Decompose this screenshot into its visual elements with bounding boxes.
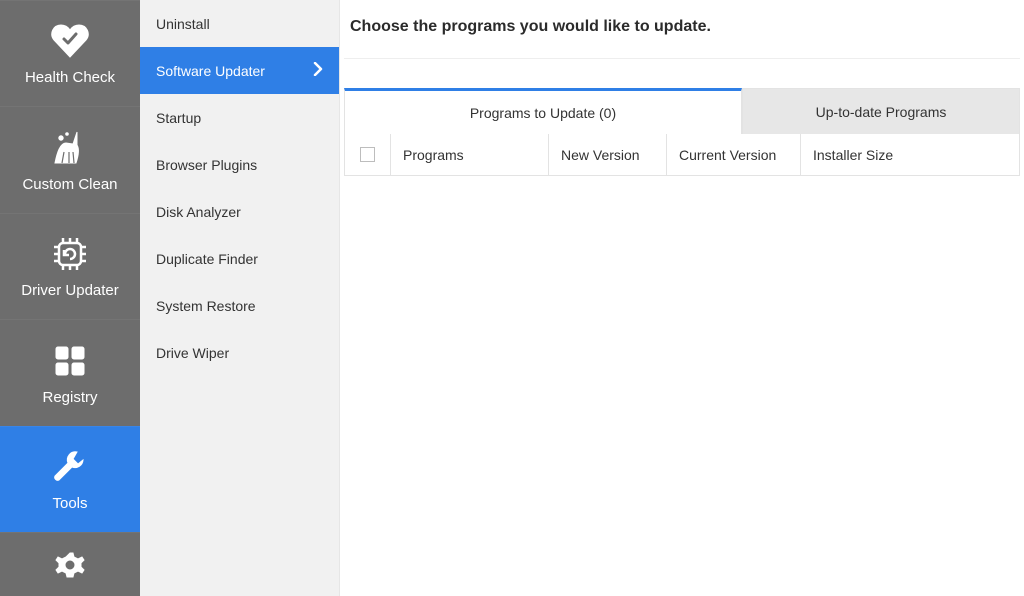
tool-system-restore[interactable]: System Restore (140, 282, 339, 329)
tool-label: Drive Wiper (156, 345, 229, 361)
chip-refresh-icon (50, 234, 90, 274)
nav-driver-updater[interactable]: Driver Updater (0, 213, 140, 319)
nav-label: Health Check (25, 69, 115, 86)
nav-custom-clean[interactable]: Custom Clean (0, 106, 140, 212)
tab-programs-to-update[interactable]: Programs to Update (0) (344, 88, 742, 134)
tab-up-to-date[interactable]: Up-to-date Programs (742, 88, 1020, 134)
tool-label: Software Updater (156, 63, 265, 79)
tab-label: Up-to-date Programs (816, 104, 947, 120)
nav-settings[interactable] (0, 532, 140, 596)
tool-label: Browser Plugins (156, 157, 257, 173)
grid-icon (50, 341, 90, 381)
tool-browser-plugins[interactable]: Browser Plugins (140, 141, 339, 188)
broom-icon (50, 128, 90, 168)
main-pane: Choose the programs you would like to up… (340, 0, 1024, 596)
sidebar-tools: Uninstall Software Updater Startup Brows… (140, 0, 340, 596)
chevron-right-icon (313, 60, 323, 81)
tool-label: Startup (156, 110, 201, 126)
nav-health-check[interactable]: Health Check (0, 0, 140, 106)
tab-label: Programs to Update (0) (470, 105, 616, 121)
nav-tools[interactable]: Tools (0, 426, 140, 532)
page-title: Choose the programs you would like to up… (340, 0, 1024, 58)
tool-label: Duplicate Finder (156, 251, 258, 267)
nav-label: Driver Updater (21, 282, 119, 299)
tool-software-updater[interactable]: Software Updater (140, 47, 339, 94)
gear-icon (50, 547, 90, 587)
col-select-all (345, 134, 391, 175)
tool-startup[interactable]: Startup (140, 94, 339, 141)
tool-disk-analyzer[interactable]: Disk Analyzer (140, 188, 339, 235)
col-programs[interactable]: Programs (391, 134, 549, 175)
divider (344, 58, 1020, 88)
nav-label: Registry (42, 389, 97, 406)
updates-table-header: Programs New Version Current Version Ins… (344, 134, 1020, 176)
nav-label: Custom Clean (22, 176, 117, 193)
col-installer-size[interactable]: Installer Size (801, 134, 1019, 175)
nav-label: Tools (52, 495, 87, 512)
select-all-checkbox[interactable] (360, 147, 375, 162)
heart-check-icon (50, 21, 90, 61)
wrench-icon (50, 447, 90, 487)
col-current-version[interactable]: Current Version (667, 134, 801, 175)
tool-drive-wiper[interactable]: Drive Wiper (140, 329, 339, 376)
tool-label: Uninstall (156, 16, 210, 32)
sidebar-primary: Health Check Custom Clean Driver Updater… (0, 0, 140, 596)
tool-duplicate-finder[interactable]: Duplicate Finder (140, 235, 339, 282)
tool-label: Disk Analyzer (156, 204, 241, 220)
tool-uninstall[interactable]: Uninstall (140, 0, 339, 47)
tabs-row: Programs to Update (0) Up-to-date Progra… (344, 88, 1020, 134)
tool-label: System Restore (156, 298, 256, 314)
nav-registry[interactable]: Registry (0, 319, 140, 425)
col-new-version[interactable]: New Version (549, 134, 667, 175)
